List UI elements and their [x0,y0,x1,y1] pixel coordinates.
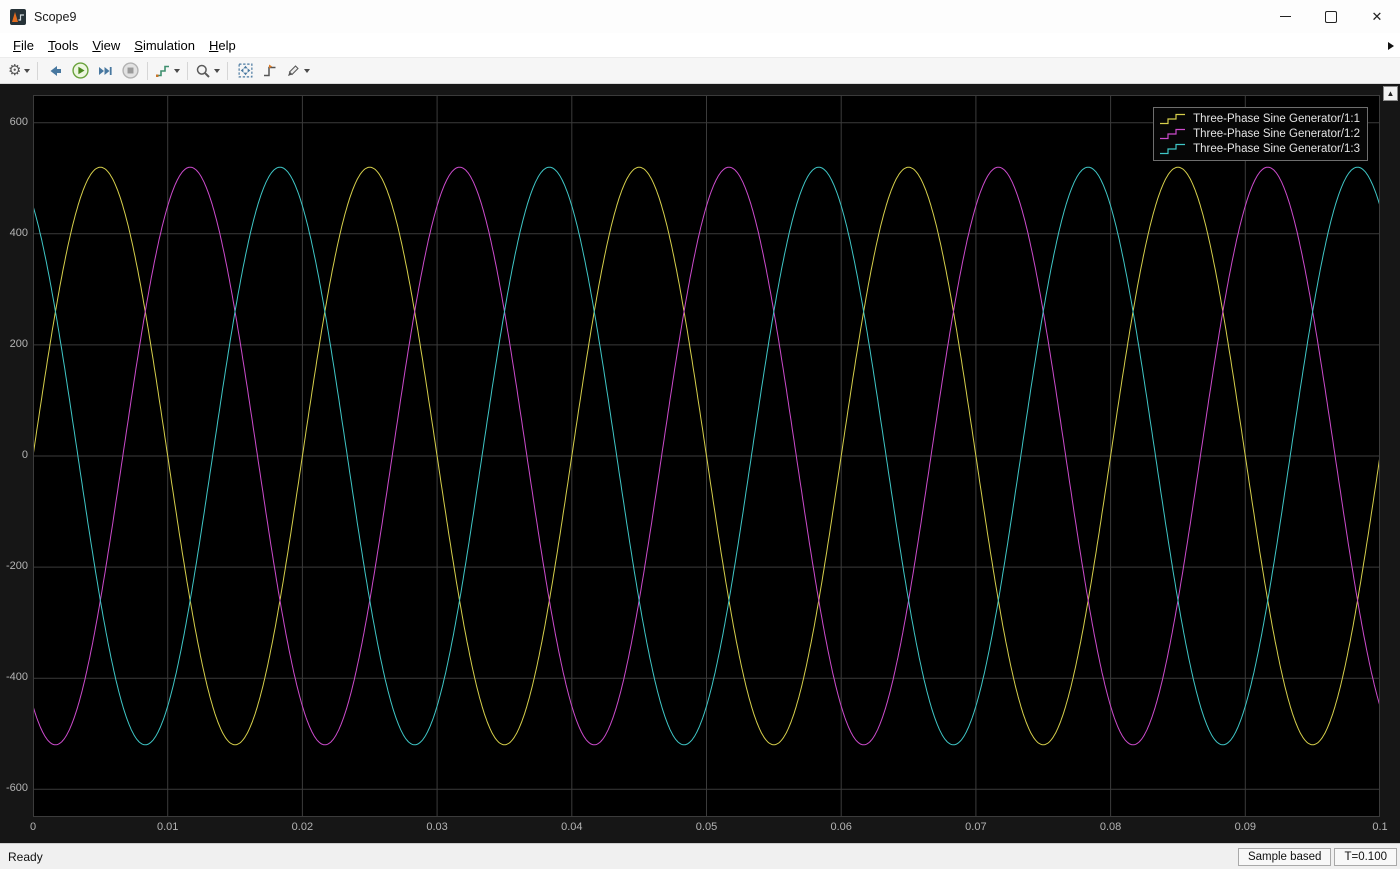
x-tick-label: 0.02 [291,821,314,833]
menu-simulation[interactable]: Simulation [127,36,202,55]
legend-label: Three-Phase Sine Generator/1:1 [1193,112,1360,125]
minimize-icon [1279,16,1291,17]
status-text: Ready [8,849,43,864]
up-arrow-icon: ▲ [1386,88,1395,98]
x-tick-label: 0 [29,821,37,833]
x-tick-label: 0.07 [965,821,987,833]
minimize-button[interactable] [1262,0,1308,33]
legend[interactable]: Three-Phase Sine Generator/1:1 Three-Pha… [1153,107,1368,161]
stop-button[interactable] [118,60,142,82]
y-tick-label: 200 [9,337,28,350]
legend-label: Three-Phase Sine Generator/1:3 [1193,142,1360,155]
chevron-down-icon [304,68,311,73]
fit-to-view-button[interactable] [233,60,257,82]
back-arrow-icon [50,65,62,76]
panel-expander-button[interactable]: ▲ [1383,86,1398,101]
x-tick-label: 0.06 [830,821,852,833]
maximize-icon [1325,10,1337,23]
y-tick-label: 400 [9,226,28,239]
legend-entry[interactable]: Three-Phase Sine Generator/1:1 [1159,111,1360,126]
step-forward-icon [99,66,113,75]
legend-line-icon [1160,113,1186,124]
x-tick-label: 0.09 [1234,821,1257,833]
stop-icon [122,62,139,79]
toolbar-separator [227,61,229,80]
menu-help[interactable]: Help [202,36,243,55]
close-icon: ✕ [1371,9,1383,24]
magnifier-icon [197,64,211,78]
y-tick-label: -200 [5,560,28,573]
signal-steps-icon [156,65,170,77]
waveform-plot[interactable] [33,95,1380,817]
y-tick-label: 600 [9,115,28,128]
maximize-button[interactable] [1308,0,1354,33]
x-tick-label: 0.1 [1372,821,1388,833]
simulation-time-indicator: T=0.100 [1334,847,1397,866]
scope-app-icon [10,8,26,25]
gear-icon: ⚙ [8,62,22,79]
title-bar: Scope9 ✕ [0,0,1400,33]
toolbar-overflow-arrow-icon[interactable] [1388,42,1394,50]
x-tick-label: 0.03 [426,821,448,833]
legend-line-icon [1160,143,1186,154]
menu-file[interactable]: File [6,36,41,55]
signal-selector-button[interactable] [153,60,182,82]
fit-to-view-icon [238,63,253,78]
trigger-button[interactable] [258,60,282,82]
toolbar: ⚙ [0,57,1400,84]
window-controls: ✕ [1262,0,1400,33]
status-cells: Sample based T=0.100 [1237,847,1397,866]
x-tick-label: 0.04 [561,821,583,833]
toolbar-separator [37,61,39,80]
y-tick-label: 0 [21,449,28,461]
scope-canvas: 0 0.01 0.02 0.03 0.04 0.05 0.06 0.07 0.08 0.09 0.1… [0,84,1400,843]
measurements-button[interactable] [283,60,312,82]
step-forward-button[interactable] [93,60,117,82]
x-tick-label: 0.01 [156,821,179,833]
play-icon [72,62,89,79]
trigger-icon [264,64,276,76]
legend-line-icon [1160,128,1186,139]
highlight-simulink-block-button[interactable] [43,60,67,82]
chevron-down-icon [174,68,181,73]
settings-button[interactable]: ⚙ [6,60,32,82]
y-tick-label: -600 [5,782,28,795]
x-tick-label: 0.05 [695,821,718,833]
menu-tools[interactable]: Tools [41,36,85,55]
y-tick-label: -400 [5,671,28,684]
chevron-down-icon [214,68,221,73]
status-bar: Ready Sample based T=0.100 [0,843,1400,869]
legend-entry[interactable]: Three-Phase Sine Generator/1:3 [1159,141,1360,156]
x-tick-label: 0.08 [1099,821,1122,833]
toolbar-separator [147,61,149,80]
legend-label: Three-Phase Sine Generator/1:2 [1193,127,1360,140]
chevron-down-icon [24,68,31,73]
close-button[interactable]: ✕ [1354,0,1400,33]
run-button[interactable] [68,60,92,82]
highlighter-icon [288,64,300,76]
zoom-button[interactable] [193,60,222,82]
menu-bar: File Tools View Simulation Help [0,33,1400,57]
legend-entry[interactable]: Three-Phase Sine Generator/1:2 [1159,126,1360,141]
window-title: Scope9 [34,9,77,24]
sample-mode-indicator: Sample based [1237,847,1332,866]
menu-view[interactable]: View [85,36,127,55]
toolbar-separator [187,61,189,80]
